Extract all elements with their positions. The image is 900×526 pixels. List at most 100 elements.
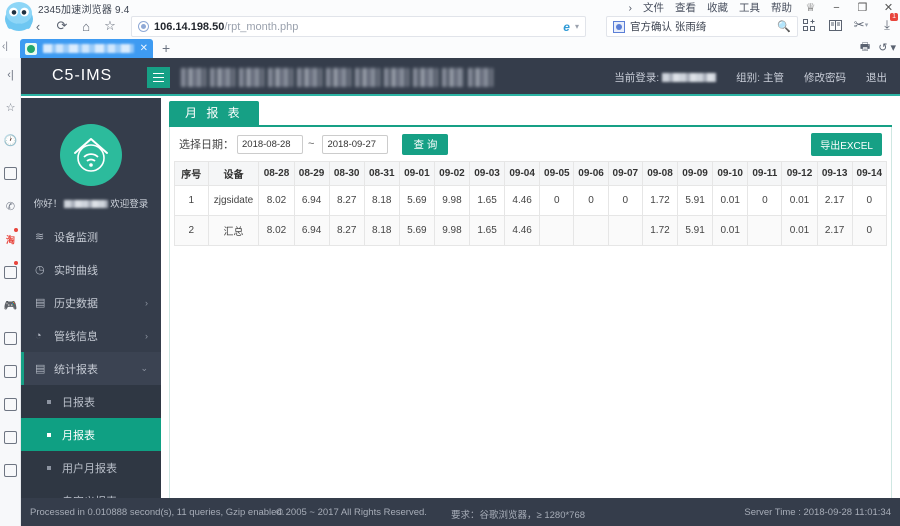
new-tab-button[interactable]: + <box>162 40 170 56</box>
table-cell <box>747 215 783 246</box>
table-header-cell: 09-07 <box>607 161 643 186</box>
table-header-cell: 09-11 <box>747 161 783 186</box>
download-icon[interactable]: ⤓ 1 <box>876 13 898 36</box>
sidebar-subitem-user-monthly-report[interactable]: 用户月报表 <box>21 451 161 484</box>
apps-grid-icon[interactable] <box>798 14 820 36</box>
table-cell: 8.27 <box>328 185 365 216</box>
footer-server-time: Server Time : 2018-09-28 11:01:34 <box>744 507 891 518</box>
rail-star-icon[interactable]: ☆ <box>0 91 21 124</box>
rail-video-icon[interactable] <box>0 256 21 289</box>
reading-mode-icon[interactable] <box>824 14 846 36</box>
export-excel-button[interactable]: 导出EXCEL <box>811 133 882 156</box>
table-cell: 0.01 <box>781 215 818 246</box>
home-icon[interactable]: ⌂ <box>74 14 98 38</box>
app-footer: Processed in 0.010888 second(s), 11 quer… <box>21 498 900 526</box>
skin-icon[interactable]: ♕ <box>803 1 818 14</box>
table-cell: 0 <box>747 185 783 216</box>
logout-link[interactable]: 退出 <box>866 70 887 85</box>
table-header-cell: 08-30 <box>328 161 365 186</box>
date-from-input[interactable]: 2018-08-28 <box>237 134 303 154</box>
rail-calculator-icon[interactable] <box>0 388 21 421</box>
menu-overflow-icon[interactable]: › <box>629 2 633 14</box>
rail-restore-icon[interactable] <box>0 454 21 487</box>
main-content: 月 报 表 选择日期： 2018-08-28 ~ 2018-09-27 查 询 … <box>161 98 900 526</box>
table-cell: 8.02 <box>258 185 295 216</box>
table-header-cell: 09-08 <box>641 161 679 186</box>
chevron-right-icon: › <box>145 330 148 341</box>
pipe-icon: ◔ <box>35 329 42 342</box>
table-cell: 5.91 <box>677 215 714 246</box>
rail-collapse-icon[interactable]: ‹| <box>0 58 21 91</box>
tab-monthly-report[interactable]: 月 报 表 <box>169 101 259 125</box>
report-panel: 选择日期： 2018-08-28 ~ 2018-09-27 查 询 导出EXCE… <box>169 127 892 517</box>
table-cell: 2.17 <box>816 215 853 246</box>
search-icon[interactable]: 🔍 <box>777 20 791 33</box>
sidebar-item-pipeline-info[interactable]: ◔ 管线信息 › <box>21 319 161 352</box>
search-box[interactable]: 官方确认 张雨绮 🔍 <box>606 16 798 37</box>
browser-tab-active[interactable]: ✕ <box>20 39 153 58</box>
menu-favorites[interactable]: 收藏 <box>707 0 728 15</box>
rail-game-icon[interactable]: 🎮 <box>0 289 21 322</box>
address-bar-url: 106.14.198.50/rpt_month.php <box>154 21 298 33</box>
sidebar-subitem-daily-report[interactable]: 日报表 <box>21 385 161 418</box>
rail-list-icon[interactable] <box>0 157 21 190</box>
menu-view[interactable]: 查看 <box>675 0 696 15</box>
sidebar-item-realtime-curve[interactable]: ◷ 实时曲线 <box>21 253 161 286</box>
table-row[interactable]: 2 汇总 8.02 6.94 8.27 8.18 5.69 9.98 1.65 4.46 1.72 5… <box>174 215 887 246</box>
sidebar-item-history-data[interactable]: ▤ 历史数据 › <box>21 286 161 319</box>
sidebar-item-label: 统计报表 <box>54 363 98 376</box>
current-login-label: 当前登录: <box>614 70 717 85</box>
database-icon: ▤ <box>35 297 46 309</box>
sidebar-subitem-label: 日报表 <box>62 396 95 409</box>
screenshot-scissors-icon[interactable]: ✂ ▾ <box>850 14 872 36</box>
rail-wechat-icon[interactable]: ✆ <box>0 190 21 223</box>
app-topnav-redacted[interactable] <box>181 68 493 87</box>
sidebar-subitem-monthly-report[interactable]: 月报表 <box>21 418 161 451</box>
sidebar-item-device-monitor[interactable]: ≋ 设备监测 <box>21 220 161 253</box>
menu-help[interactable]: 帮助 <box>771 0 792 15</box>
menu-tools[interactable]: 工具 <box>739 0 760 15</box>
address-bar[interactable]: 106.14.198.50/rpt_month.php e ▾ <box>131 16 586 37</box>
rail-notes-icon[interactable] <box>0 421 21 454</box>
site-security-icon <box>138 21 149 32</box>
report-icon: ▤ <box>35 363 46 375</box>
minimize-button[interactable]: − <box>829 2 844 14</box>
menu-file[interactable]: 文件 <box>643 0 664 15</box>
url-path: /rpt_month.php <box>224 20 299 33</box>
filter-bar: 选择日期： 2018-08-28 ~ 2018-09-27 查 询 导出EXCE… <box>170 127 891 161</box>
sidebar-item-statistics-report[interactable]: ▤ 统计报表 ⌄ <box>21 352 161 385</box>
reload-icon[interactable]: ⟳ <box>50 14 74 38</box>
chevron-down-icon[interactable]: ▾ <box>575 22 579 31</box>
query-button[interactable]: 查 询 <box>402 133 449 155</box>
layers-icon: ≋ <box>35 231 45 243</box>
table-header-cell: 08-31 <box>363 161 400 186</box>
rail-clock-icon[interactable]: 🕐 <box>0 124 21 157</box>
menu-toggle-icon[interactable] <box>147 67 170 88</box>
content-tabbar: 月 报 表 <box>169 101 892 127</box>
greeting-text: 你好！ 欢迎登录 <box>21 196 161 210</box>
rail-taobao-icon[interactable]: 淘 <box>0 223 21 256</box>
greeting-user-redacted <box>64 200 109 208</box>
maximize-button[interactable]: ❐ <box>855 1 870 14</box>
tab-collapse-icon[interactable]: ‹| <box>2 41 8 52</box>
app-header-user-area: 当前登录: 组别: 主管 修改密码 退出 <box>614 70 887 85</box>
rail-movie-icon[interactable] <box>0 322 21 355</box>
ie-engine-icon[interactable]: e <box>563 20 570 34</box>
date-range-label: 选择日期： <box>179 139 234 151</box>
table-cell: 1.72 <box>641 185 679 216</box>
table-cell: 0 <box>851 185 887 216</box>
table-cell: zjgsidate <box>207 185 260 216</box>
change-password-link[interactable]: 修改密码 <box>804 70 846 85</box>
wifi-house-icon <box>74 138 108 172</box>
bookmark-star-icon[interactable]: ☆ <box>98 14 122 38</box>
browser-side-rail: ‹| ☆ 🕐 ✆ 淘 🎮 <box>0 58 21 526</box>
date-to-input[interactable]: 2018-09-27 <box>322 134 389 154</box>
app-header: C5-IMS 当前登录: 组别: 主管 修改密码 退出 <box>21 58 900 96</box>
sidebar-item-label: 管线信息 <box>54 330 98 343</box>
browser-logo-icon <box>5 2 33 31</box>
table-row[interactable]: 1 zjgsidate 8.02 6.94 8.27 8.18 5.69 9.98 1.65 4.… <box>174 185 887 216</box>
rail-monitor-icon[interactable] <box>0 355 21 388</box>
tab-close-icon[interactable]: ✕ <box>140 43 148 54</box>
table-cell: 5.91 <box>677 185 714 216</box>
search-input[interactable]: 官方确认 张雨绮 <box>630 19 706 34</box>
